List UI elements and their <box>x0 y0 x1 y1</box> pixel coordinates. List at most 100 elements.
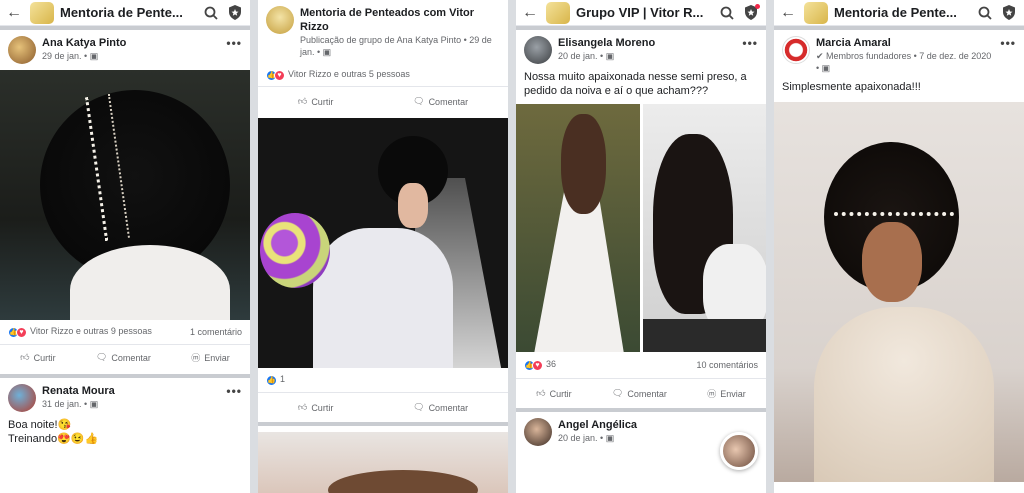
send-label: Enviar <box>720 388 746 399</box>
more-options-icon[interactable]: ••• <box>742 36 758 50</box>
avatar[interactable] <box>524 36 552 64</box>
post-header: Mentoria de Penteados com Vitor Rizzo Pu… <box>258 0 508 64</box>
thumb-icon: 👍︎ <box>536 388 546 398</box>
back-arrow-icon[interactable]: ← <box>522 4 540 22</box>
avatar[interactable] <box>782 36 810 64</box>
comment-button[interactable]: 🗨 Comentar <box>96 352 151 363</box>
comment-icon: 🗨 <box>413 402 425 412</box>
post-photo-right[interactable] <box>642 104 766 352</box>
dress-shape <box>313 228 453 368</box>
post-text: Boa noite!😘 Treinando😍😉👍 <box>0 418 250 452</box>
author-name[interactable]: Elisangela Moreno <box>558 36 655 50</box>
thumb-icon: 👍︎ <box>297 402 308 412</box>
messenger-icon: ⓜ <box>191 353 201 363</box>
post-photo[interactable] <box>258 118 508 368</box>
reaction-icons: 👍 ♥ <box>8 326 27 338</box>
comment-icon: 🗨 <box>95 352 108 362</box>
post-meta[interactable]: ✔ Membros fundadores • 7 de dez. de 2020… <box>816 51 991 73</box>
comment-button[interactable]: 🗨 Comentar <box>413 96 468 107</box>
post-text: Nossa muito apaixonada nesse semi preso,… <box>524 71 747 97</box>
comments-count[interactable]: 10 comentários <box>696 360 758 370</box>
group-title[interactable]: Mentoria de Pente... <box>60 5 196 20</box>
avatar[interactable] <box>8 36 36 64</box>
back-arrow-icon[interactable]: ← <box>780 4 798 22</box>
reaction-icons: 👍 <box>266 374 277 386</box>
group-avatar[interactable] <box>266 6 294 34</box>
group-title[interactable]: Grupo VIP | Vitor R... <box>576 5 712 20</box>
search-icon[interactable] <box>718 4 736 22</box>
post-header: Renata Moura 31 de jan. • ▣ ••• <box>0 378 250 418</box>
search-icon[interactable] <box>976 4 994 22</box>
send-button[interactable]: ⓜ Enviar <box>707 387 746 400</box>
post-date[interactable]: 20 de jan. • <box>558 433 606 443</box>
group-icon <box>546 1 570 24</box>
comment-icon: 🗨 <box>611 388 624 398</box>
post-text-line: Treinando😍😉👍 <box>8 433 99 445</box>
comment-button[interactable]: 🗨 Comentar <box>413 402 468 413</box>
shield-icon[interactable] <box>742 3 760 22</box>
bouquet-shape <box>260 213 330 288</box>
post-photo[interactable] <box>774 102 1024 482</box>
chat-head-avatar[interactable] <box>720 432 758 470</box>
post-date[interactable]: 31 de jan. • <box>42 399 90 409</box>
more-options-icon[interactable]: ••• <box>226 384 242 398</box>
author-name[interactable]: Angel Angélica <box>558 418 637 432</box>
reaction-icons: 👍 ♥ <box>266 69 285 81</box>
messenger-icon: ⓜ <box>707 389 717 399</box>
group-name[interactable]: Mentoria de Penteados com Vitor Rizzo <box>300 6 500 34</box>
like-label: Curtir <box>33 352 56 363</box>
more-options-icon[interactable]: ••• <box>1000 36 1016 50</box>
like-button[interactable]: 👍︎ Curtir <box>20 352 55 363</box>
post-text-line: Boa noite!😘 <box>8 419 72 431</box>
face-shape <box>862 222 922 302</box>
search-icon[interactable] <box>202 4 220 22</box>
author-name[interactable]: Marcia Amaral <box>816 36 994 50</box>
post-text: Simplesmente apaixonada!!! <box>782 81 921 93</box>
reaction-icons: 👍 ♥ <box>524 359 543 371</box>
post-photos <box>516 104 766 352</box>
back-arrow-icon[interactable]: ← <box>6 4 24 22</box>
panel-2: Mentoria de Penteados com Vitor Rizzo Pu… <box>258 0 508 493</box>
like-button[interactable]: 👍︎ Curtir <box>298 96 333 107</box>
top-bar: ← Mentoria de Pente... <box>774 0 1024 26</box>
post-date[interactable]: 29 de jan. • <box>42 51 90 61</box>
reactions-bar: 👍 ♥ Vitor Rizzo e outras 5 pessoas <box>258 64 508 86</box>
post-date[interactable]: 20 de jan. • <box>558 51 606 61</box>
hair-shape <box>561 114 606 214</box>
reactions-text[interactable]: Vitor Rizzo e outras 9 pessoas <box>30 326 152 336</box>
comment-label: Comentar <box>428 402 469 413</box>
author-name[interactable]: Ana Katya Pinto <box>42 36 126 50</box>
reactions-text[interactable]: Vitor Rizzo e outras 5 pessoas <box>288 69 410 79</box>
top-bar: ← Mentoria de Pente... <box>0 0 250 26</box>
reactions-bar: 👍 ♥ 36 10 comentários <box>516 352 766 378</box>
face-shape <box>398 183 428 228</box>
chair-shape <box>642 319 766 352</box>
actions-bar: 👍︎ Curtir 🗨 Comentar ⓜ Enviar <box>0 344 250 370</box>
avatar[interactable] <box>8 384 36 412</box>
reactions-count[interactable]: 1 <box>280 374 285 384</box>
post-photo[interactable] <box>0 70 250 320</box>
avatar[interactable] <box>524 418 552 446</box>
comment-label: Comentar <box>428 96 469 107</box>
group-icon <box>804 1 828 24</box>
author-name[interactable]: Renata Moura <box>42 384 115 398</box>
more-options-icon[interactable]: ••• <box>226 36 242 50</box>
reactions-count[interactable]: 36 <box>546 359 556 369</box>
shield-icon[interactable] <box>1000 4 1018 22</box>
comment-label: Comentar <box>627 388 667 399</box>
reactions-bar: 👍 ♥ Vitor Rizzo e outras 9 pessoas 1 comen… <box>0 320 250 344</box>
comment-button[interactable]: 🗨 Comentar <box>612 388 667 399</box>
actions-bar: 👍︎ Curtir 🗨 Comentar ⓜ Enviar <box>516 378 766 408</box>
like-button[interactable]: 👍︎ Curtir <box>536 388 571 399</box>
post-photo-left[interactable] <box>516 104 640 352</box>
group-privacy-icon: ▣ <box>605 433 615 443</box>
group-title[interactable]: Mentoria de Pente... <box>834 5 970 20</box>
dress-shape <box>814 307 994 482</box>
like-button[interactable]: 👍︎ Curtir <box>298 402 333 413</box>
send-button[interactable]: ⓜ Enviar <box>191 351 230 364</box>
comments-count[interactable]: 1 comentário <box>190 327 242 337</box>
group-privacy-icon: ▣ <box>89 51 99 61</box>
next-post-photo[interactable] <box>258 432 508 493</box>
actions-bar: 👍︎ Curtir 🗨 Comentar <box>258 392 508 422</box>
shield-icon[interactable] <box>226 4 244 22</box>
